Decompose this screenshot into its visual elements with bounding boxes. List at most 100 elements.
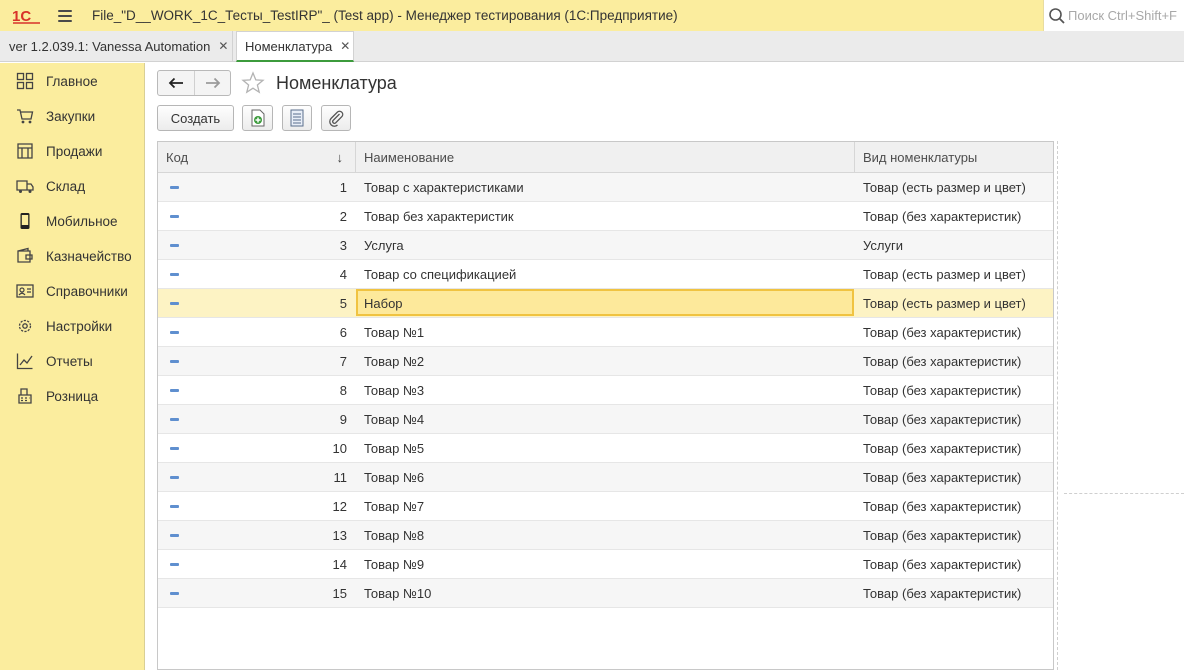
kind-cell[interactable]: Услуги [863, 231, 903, 260]
tab-nomenclature[interactable]: Номенклатура ✕ [236, 31, 354, 62]
forward-button[interactable] [194, 71, 230, 95]
close-icon[interactable]: ✕ [218, 39, 228, 53]
copy-add-button[interactable] [242, 105, 273, 131]
name-cell[interactable]: Товар №8 [364, 521, 424, 550]
code-cell[interactable]: 8 [158, 376, 347, 405]
table-row[interactable]: 10 Товар №5 Товар (без характеристик) [158, 434, 1053, 463]
kind-cell[interactable]: Товар (без характеристик) [863, 463, 1021, 492]
table-header: Код ↓ Наименование Вид номенклатуры [158, 142, 1053, 173]
kind-cell[interactable]: Товар (без характеристик) [863, 347, 1021, 376]
title-bar: 1С File_"D__WORK_1C_Тесты_TestIRP"_ (Tes… [0, 0, 1184, 31]
name-cell[interactable]: Товар №3 [364, 376, 424, 405]
name-cell[interactable]: Товар №6 [364, 463, 424, 492]
tab-vanessa-automation[interactable]: ver 1.2.039.1: Vanessa Automation ✕ [0, 31, 233, 61]
code-cell[interactable]: 7 [158, 347, 347, 376]
kind-cell[interactable]: Товар (без характеристик) [863, 521, 1021, 550]
name-cell[interactable]: Товар №5 [364, 434, 424, 463]
1c-logo-icon[interactable]: 1С [12, 6, 42, 26]
code-cell[interactable]: 6 [158, 318, 347, 347]
kind-cell[interactable]: Товар (есть размер и цвет) [863, 173, 1026, 202]
kind-cell[interactable]: Товар (без характеристик) [863, 434, 1021, 463]
sidebar-item-label: Мобильное [46, 213, 118, 229]
code-cell[interactable]: 10 [158, 434, 347, 463]
table-row[interactable]: 12 Товар №7 Товар (без характеристик) [158, 492, 1053, 521]
kind-cell[interactable]: Товар (есть размер и цвет) [863, 289, 1026, 318]
kind-cell[interactable]: Товар (без характеристик) [863, 550, 1021, 579]
code-cell[interactable]: 12 [158, 492, 347, 521]
column-header-label: Наименование [364, 150, 455, 165]
gear-icon [18, 319, 32, 333]
sort-arrow-icon: ↓ [336, 150, 344, 165]
kind-cell[interactable]: Товар (без характеристик) [863, 202, 1021, 231]
sidebar-item-retail[interactable]: Розница [0, 381, 145, 411]
table-row[interactable]: 3 Услуга Услуги [158, 231, 1053, 260]
sidebar-item-reports[interactable]: Отчеты [0, 346, 145, 376]
create-button[interactable]: Создать [157, 105, 234, 131]
code-cell[interactable]: 13 [158, 521, 347, 550]
column-header-code[interactable]: Код ↓ [158, 142, 356, 173]
kind-cell[interactable]: Товар (без характеристик) [863, 405, 1021, 434]
table-row[interactable]: 6 Товар №1 Товар (без характеристик) [158, 318, 1053, 347]
name-cell[interactable]: Товар №4 [364, 405, 424, 434]
table-row[interactable]: 14 Товар №9 Товар (без характеристик) [158, 550, 1053, 579]
nomenclature-table[interactable]: Код ↓ Наименование Вид номенклатуры 1 Тов… [157, 141, 1054, 670]
kind-cell[interactable]: Товар (без характеристик) [863, 318, 1021, 347]
sidebar-item-warehouse[interactable]: Склад [0, 171, 145, 201]
name-cell[interactable]: Услуга [364, 231, 404, 260]
table-row[interactable]: 7 Товар №2 Товар (без характеристик) [158, 347, 1053, 376]
name-cell[interactable]: Товар №2 [364, 347, 424, 376]
menu-icon[interactable] [58, 9, 72, 22]
sidebar-item-catalogs[interactable]: Справочники [0, 276, 145, 306]
sidebar-item-label: Главное [46, 73, 98, 89]
column-header-label: Код [166, 150, 189, 165]
table-row[interactable]: 1 Товар с характеристиками Товар (есть раз… [158, 173, 1053, 202]
table-row[interactable]: 11 Товар №6 Товар (без характеристик) [158, 463, 1053, 492]
cart-icon [17, 109, 34, 124]
code-cell[interactable]: 1 [158, 173, 347, 202]
sidebar-item-main[interactable]: Главное [0, 66, 145, 96]
sidebar-item-treasury[interactable]: Казначейство [0, 241, 145, 271]
name-cell[interactable]: Набор [364, 289, 403, 318]
close-icon[interactable]: ✕ [340, 39, 350, 53]
column-header-kind[interactable]: Вид номенклатуры [855, 142, 1053, 173]
current-cell-highlight [356, 289, 854, 316]
code-cell[interactable]: 2 [158, 202, 347, 231]
code-cell[interactable]: 15 [158, 579, 347, 608]
sidebar-item-mobile[interactable]: Мобильное [0, 206, 145, 236]
code-cell[interactable]: 11 [158, 463, 348, 492]
name-cell[interactable]: Товар №1 [364, 318, 424, 347]
code-cell[interactable]: 4 [158, 260, 347, 289]
table-row[interactable]: 13 Товар №8 Товар (без характеристик) [158, 521, 1053, 550]
name-cell[interactable]: Товар без характеристик [364, 202, 514, 231]
kind-cell[interactable]: Товар (без характеристик) [863, 376, 1021, 405]
back-button[interactable] [158, 71, 194, 95]
column-header-name[interactable]: Наименование [356, 142, 855, 173]
code-cell[interactable]: 14 [158, 550, 347, 579]
attachment-button[interactable] [321, 105, 351, 131]
name-cell[interactable]: Товар №9 [364, 550, 424, 579]
name-cell[interactable]: Товар №7 [364, 492, 424, 521]
table-row[interactable]: 9 Товар №4 Товар (без характеристик) [158, 405, 1053, 434]
sidebar-item-purchases[interactable]: Закупки [0, 101, 145, 131]
kind-cell[interactable]: Товар (без характеристик) [863, 579, 1021, 608]
name-cell[interactable]: Товар со спецификацией [364, 260, 516, 289]
code-cell[interactable]: 9 [158, 405, 347, 434]
code-cell[interactable]: 3 [158, 231, 347, 260]
table-row[interactable]: 4 Товар со спецификацией Товар (есть разме… [158, 260, 1053, 289]
table-row[interactable]: 2 Товар без характеристик Товар (без харак… [158, 202, 1053, 231]
name-cell[interactable]: Товар с характеристиками [364, 173, 524, 202]
column-header-label: Вид номенклатуры [863, 150, 978, 165]
table-row[interactable]: 5 Набор Товар (есть размер и цвет) [158, 289, 1053, 318]
search-box[interactable]: Поиск Ctrl+Shift+F [1043, 0, 1184, 31]
list-view-button[interactable] [282, 105, 312, 131]
code-cell[interactable]: 5 [158, 289, 347, 318]
sidebar-item-settings[interactable]: Настройки [0, 311, 145, 341]
sidebar-item-label: Казначейство [46, 248, 132, 264]
table-row[interactable]: 8 Товар №3 Товар (без характеристик) [158, 376, 1053, 405]
favorite-star-icon[interactable] [241, 71, 265, 95]
name-cell[interactable]: Товар №10 [364, 579, 431, 608]
kind-cell[interactable]: Товар (без характеристик) [863, 492, 1021, 521]
kind-cell[interactable]: Товар (есть размер и цвет) [863, 260, 1026, 289]
sidebar-item-sales[interactable]: Продажи [0, 136, 145, 166]
table-row[interactable]: 15 Товар №10 Товар (без характеристик) [158, 579, 1053, 608]
